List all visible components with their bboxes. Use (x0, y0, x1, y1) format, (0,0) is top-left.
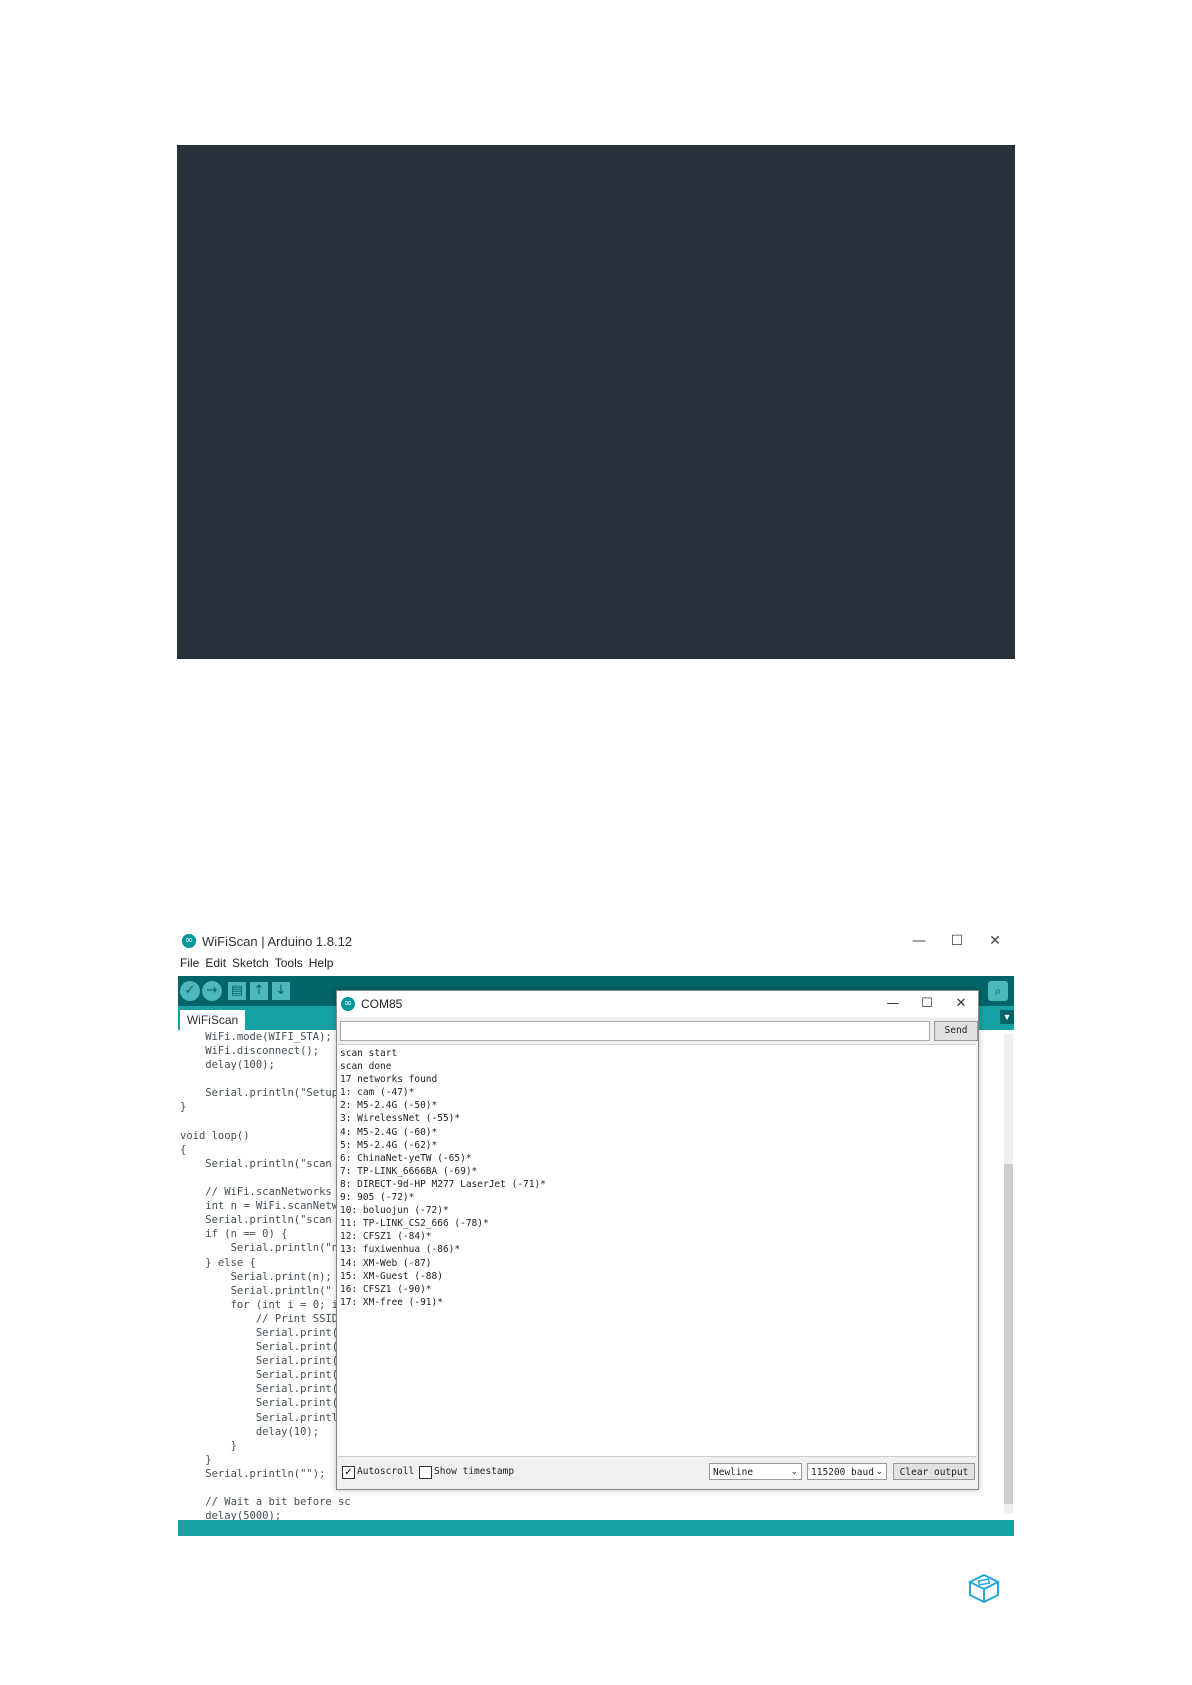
verify-icon[interactable]: ✓ (180, 981, 200, 1001)
code-line: Serial.println(" net (230, 1284, 357, 1297)
serial-output-line: 8: DIRECT-9d-HP M277 LaserJet (-71)* (340, 1178, 546, 1190)
send-button[interactable]: Send (934, 1021, 978, 1041)
baud-rate-value: 115200 baud (811, 1467, 874, 1478)
serial-output-line: 13: fuxiwenhua (-86)* (340, 1244, 461, 1256)
code-line: Serial.println("scan do (205, 1214, 350, 1227)
code-line: if (n == 0) { (205, 1228, 288, 1241)
show-timestamp-label: Show timestamp (434, 1466, 515, 1477)
chevron-down-icon: ⌄ (790, 1467, 798, 1477)
upload-icon[interactable]: → (202, 981, 222, 1001)
serial-output-line: scan start (340, 1048, 398, 1059)
menu-tools[interactable]: Tools (275, 956, 303, 976)
serial-output-line: 10: boluojun (-72)* (340, 1205, 449, 1217)
code-line: } (205, 1453, 212, 1466)
arduino-logo-icon: ∞ (341, 997, 355, 1011)
minimize-icon[interactable]: — (876, 991, 910, 1017)
save-sketch-icon[interactable]: ↓ (272, 982, 290, 1000)
autoscroll-checkbox[interactable]: ✓ (342, 1466, 355, 1479)
autoscroll-label: Autoscroll (357, 1466, 415, 1477)
minimize-icon[interactable]: — (900, 926, 938, 956)
serial-output-text: scan start scan done 17 networks found 1… (338, 1045, 976, 1311)
serial-output-line: 15: XM-Guest (-88) (340, 1270, 443, 1282)
close-icon[interactable]: ✕ (944, 991, 978, 1017)
menu-help[interactable]: Help (309, 956, 334, 976)
serial-output[interactable]: scan start scan done 17 networks found 1… (338, 1044, 976, 1457)
serial-output-line: 6: ChinaNet-yeTW (-65)* (340, 1152, 472, 1164)
code-line: } (180, 1101, 187, 1114)
serial-output-line: 12: CFSZ1 (-84)* (340, 1231, 432, 1243)
status-bar (178, 1520, 1014, 1536)
serial-output-line: 9: 905 (-72)* (340, 1192, 415, 1204)
serial-send-input[interactable] (340, 1021, 930, 1041)
code-line: Serial.println(""); (205, 1467, 326, 1480)
maximize-icon[interactable]: ☐ (910, 991, 944, 1017)
menu-file[interactable]: File (180, 956, 199, 976)
code-line: // Print SSID an (255, 1312, 357, 1325)
box-logo-icon (967, 1573, 1001, 1604)
menu-bar: File Edit Sketch Tools Help (178, 956, 1016, 976)
code-line: Serial.print(")" (255, 1397, 358, 1410)
code-line: Serial.print(n); (230, 1270, 332, 1283)
line-ending-select[interactable]: Newline ⌄ (709, 1463, 802, 1480)
code-line: delay(10); (255, 1425, 320, 1438)
code-line: delay(100); (205, 1059, 275, 1072)
code-line: Serial.println( (255, 1411, 351, 1424)
code-line: Serial.println("scan st (205, 1157, 350, 1170)
menu-sketch[interactable]: Sketch (232, 956, 269, 976)
menu-edit[interactable]: Edit (205, 956, 226, 976)
show-timestamp-checkbox[interactable] (419, 1466, 432, 1479)
code-line: Serial.println("no n (230, 1242, 357, 1255)
line-ending-value: Newline (713, 1467, 754, 1478)
code-line: Serial.print(WiF (255, 1383, 358, 1396)
arduino-logo-icon: ∞ (182, 934, 196, 948)
serial-output-line: 11: TP-LINK_CS2_666 (-78)* (340, 1218, 489, 1230)
code-line: Serial.print(i + (255, 1326, 357, 1339)
serial-output-line: 3: WirelessNet (-55)* (340, 1113, 461, 1125)
serial-monitor-icon[interactable]: ⌕ (988, 981, 1008, 1001)
serial-output-line: 7: TP-LINK_6666BA (-69)* (340, 1165, 478, 1177)
code-line: WiFi.disconnect(); (205, 1045, 320, 1058)
serial-output-line: 17 networks found (340, 1074, 438, 1086)
code-line: Serial.print(": (255, 1341, 351, 1354)
code-text: WiFi.mode(WIFI_STA); WiFi.disconnect(); … (180, 1030, 357, 1537)
code-line: WiFi.mode(WIFI_STA); (205, 1031, 332, 1043)
code-line: int n = WiFi.scanNetwork (205, 1200, 358, 1213)
clear-output-button[interactable]: Clear output (893, 1463, 975, 1480)
tab-wifiscan[interactable]: WiFiScan (180, 1010, 245, 1030)
code-line: { (180, 1143, 187, 1156)
serial-output-line: 1: cam (-47)* (340, 1087, 415, 1099)
serial-output-line: 16: CFSZ1 (-90)* (340, 1283, 432, 1295)
close-icon[interactable]: ✕ (976, 926, 1014, 956)
serial-output-line: 4: M5-2.4G (-60)* (340, 1126, 438, 1138)
serial-output-line: 17: XM-free (-91)* (340, 1296, 443, 1308)
maximize-icon[interactable]: ☐ (938, 926, 976, 956)
serial-monitor-window: ∞ COM85 — ☐ ✕ Send scan start scan done … (336, 990, 979, 1490)
code-line: Serial.print(WiF (255, 1355, 358, 1368)
serial-output-line: 5: M5-2.4G (-62)* (340, 1139, 438, 1151)
new-sketch-icon[interactable]: ▤ (228, 982, 246, 1000)
tab-menu-icon[interactable]: ▼ (1000, 1010, 1014, 1024)
chevron-down-icon: ⌄ (875, 1467, 883, 1477)
serial-output-line: 14: XM-Web (-87) (340, 1257, 432, 1269)
serial-title: COM85 (361, 997, 403, 1011)
ide-titlebar: ∞ WiFiScan | Arduino 1.8.12 — ☐ ✕ (178, 926, 1014, 956)
open-sketch-icon[interactable]: ↑ (250, 982, 268, 1000)
code-line: for (int i = 0; i < (230, 1298, 351, 1311)
serial-output-line: scan done (340, 1061, 392, 1073)
serial-bottom-bar: ✓ Autoscroll Show timestamp Newline ⌄ 11… (337, 1459, 978, 1487)
window-title: WiFiScan | Arduino 1.8.12 (202, 933, 353, 949)
serial-titlebar: ∞ COM85 — ☐ ✕ (337, 991, 978, 1017)
code-line: void loop() (180, 1129, 250, 1142)
baud-rate-select[interactable]: 115200 baud ⌄ (807, 1463, 887, 1480)
code-line: // Wait a bit before sc (205, 1496, 351, 1509)
editor-scroll-thumb[interactable] (1004, 1164, 1013, 1504)
code-line: Serial.println("Setup do (205, 1087, 357, 1100)
dark-image-panel (177, 145, 1015, 659)
code-line: // WiFi.scanNetworks wi (205, 1186, 350, 1199)
code-line: } else { (205, 1256, 256, 1269)
code-line: } (230, 1439, 237, 1452)
serial-output-line: 2: M5-2.4G (-50)* (340, 1100, 438, 1112)
code-line: Serial.print(" ( (255, 1369, 357, 1382)
